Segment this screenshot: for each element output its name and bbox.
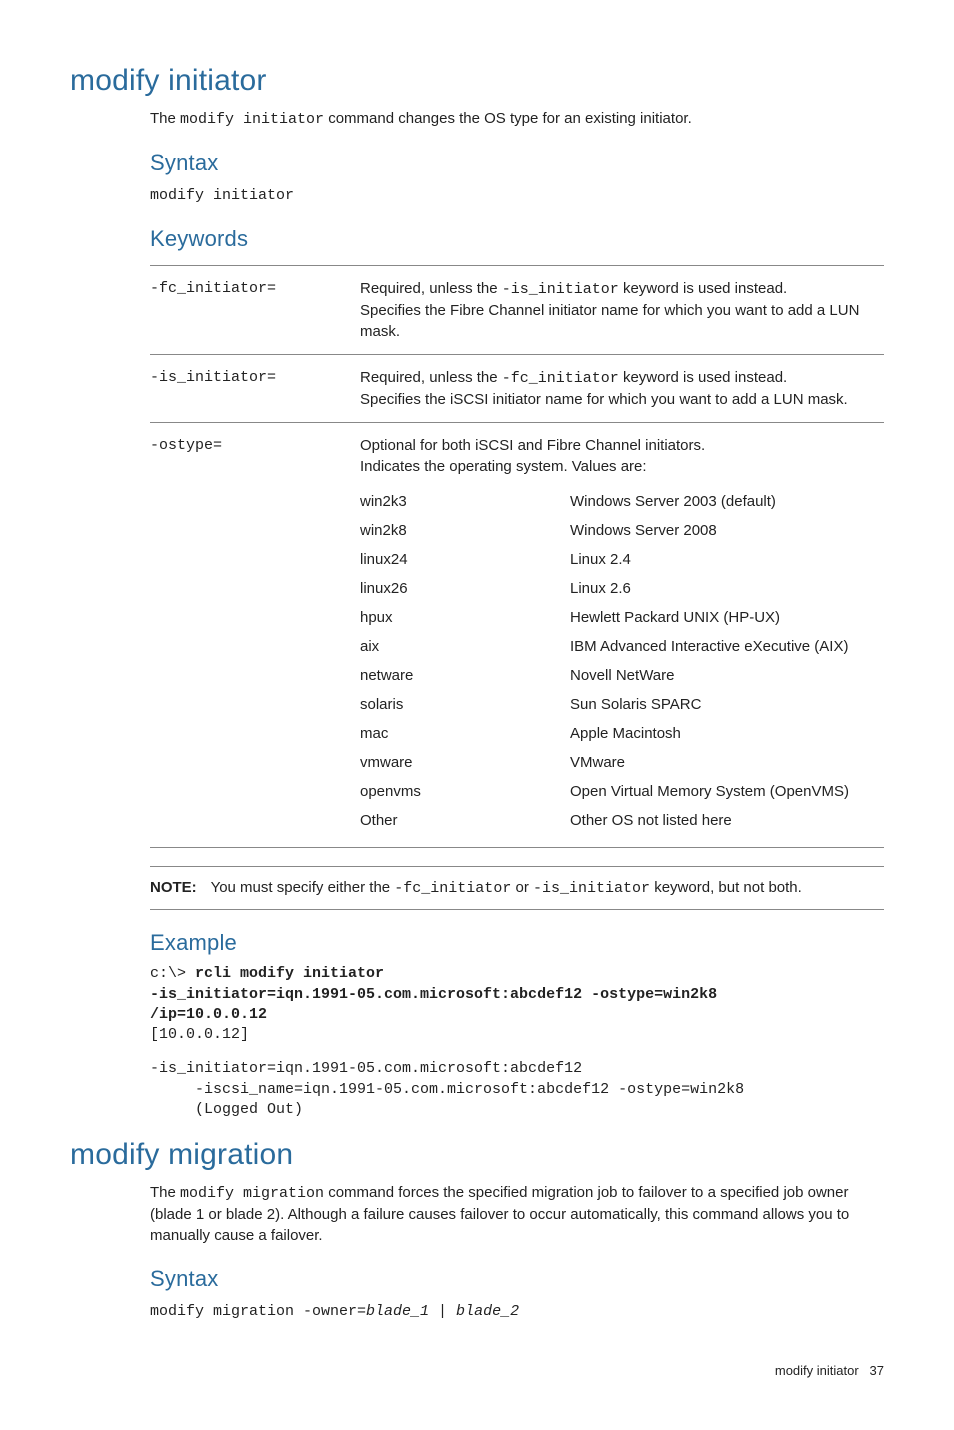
intro2-pre: The [150, 1184, 180, 1201]
syntax2-plain: modify migration -owner= [150, 1303, 366, 1320]
syntax-heading-1: Syntax [150, 148, 884, 179]
example-out3: -iscsi_name=iqn.1991-05.com.microsoft:ab… [150, 1081, 744, 1098]
intro-pre: The [150, 110, 180, 127]
ostype-value-row: win2k3Windows Server 2003 (default) [360, 487, 874, 516]
syntax-text-1: modify initiator [150, 185, 884, 206]
heading-modify-initiator: modify initiator [70, 60, 884, 102]
ostype-value-row: solarisSun Solaris SPARC [360, 690, 874, 719]
ostype-desc: Apple Macintosh [570, 719, 874, 748]
kw-line1-post: keyword is used instead. [619, 369, 787, 386]
ostype-value-row: OtherOther OS not listed here [360, 806, 874, 835]
ostype-value: mac [360, 719, 570, 748]
kw-line2: Specifies the Fibre Channel initiator na… [360, 302, 859, 340]
ostype-value: win2k8 [360, 516, 570, 545]
ostype-value-row: linux24Linux 2.4 [360, 545, 874, 574]
footer-page: 37 [870, 1363, 884, 1378]
note-box: NOTE: You must specify either the -fc_in… [150, 866, 884, 910]
keyword-row-is: -is_initiator= Required, unless the -fc_… [150, 354, 884, 422]
example-out2: -is_initiator=iqn.1991-05.com.microsoft:… [150, 1060, 582, 1077]
ostype-value: win2k3 [360, 487, 570, 516]
note-pre: You must specify either the [211, 879, 395, 896]
example-bold2: -is_initiator=iqn.1991-05.com.microsoft:… [150, 986, 717, 1003]
example-bold3: /ip=10.0.0.12 [150, 1006, 267, 1023]
ostype-value-row: win2k8Windows Server 2008 [360, 516, 874, 545]
keyword-name: -is_initiator= [150, 354, 360, 422]
kw-line1-code: -fc_initiator [502, 370, 619, 387]
ostype-desc: Hewlett Packard UNIX (HP-UX) [570, 603, 874, 632]
example-block-input: c:\> rcli modify initiator -is_initiator… [150, 964, 884, 1045]
ostype-desc: Linux 2.6 [570, 574, 874, 603]
syntax2-italic: blade_1 | blade_2 [366, 1303, 519, 1320]
ostype-value-row: hpuxHewlett Packard UNIX (HP-UX) [360, 603, 874, 632]
kw-line1-code: -is_initiator [502, 281, 619, 298]
example-block-output: -is_initiator=iqn.1991-05.com.microsoft:… [150, 1059, 884, 1120]
footer-label: modify initiator [775, 1363, 859, 1378]
example-out1: [10.0.0.12] [150, 1026, 249, 1043]
ostype-desc: VMware [570, 748, 874, 777]
note-mid: or [511, 879, 533, 896]
ostype-value: hpux [360, 603, 570, 632]
ostype-value: openvms [360, 777, 570, 806]
ostype-value-row: linux26Linux 2.6 [360, 574, 874, 603]
intro2-code: modify migration [180, 1185, 324, 1202]
ostype-desc: Other OS not listed here [570, 806, 874, 835]
example-prompt: c:\> [150, 965, 195, 982]
example-out4: (Logged Out) [150, 1101, 303, 1118]
keywords-table: -fc_initiator= Required, unless the -is_… [150, 265, 884, 848]
note-post: keyword, but not both. [650, 879, 802, 896]
kw-line1-pre: Required, unless the [360, 280, 502, 297]
ostype-value-row: netwareNovell NetWare [360, 661, 874, 690]
ostype-value-row: vmwareVMware [360, 748, 874, 777]
ostype-value: linux26 [360, 574, 570, 603]
ostype-desc: Linux 2.4 [570, 545, 874, 574]
ostype-desc: Windows Server 2008 [570, 516, 874, 545]
intro-code: modify initiator [180, 111, 324, 128]
intro-paragraph-1: The modify initiator command changes the… [150, 108, 884, 130]
page-footer: modify initiator 37 [70, 1362, 884, 1380]
keyword-row-fc: -fc_initiator= Required, unless the -is_… [150, 265, 884, 354]
keyword-row-ostype: -ostype= Optional for both iSCSI and Fib… [150, 422, 884, 847]
note-label: NOTE: [150, 879, 207, 896]
ostype-value-row: openvmsOpen Virtual Memory System (OpenV… [360, 777, 874, 806]
keyword-desc: Required, unless the -fc_initiator keywo… [360, 354, 884, 422]
note-code2: -is_initiator [533, 880, 650, 897]
ostype-value: linux24 [360, 545, 570, 574]
keywords-heading: Keywords [150, 224, 884, 255]
intro-paragraph-2: The modify migration command forces the … [150, 1182, 884, 1246]
ostype-value-row: macApple Macintosh [360, 719, 874, 748]
intro-post: command changes the OS type for an exist… [324, 110, 692, 127]
ostype-desc: Open Virtual Memory System (OpenVMS) [570, 777, 874, 806]
ostype-value-row: aixIBM Advanced Interactive eXecutive (A… [360, 632, 874, 661]
ostype-value: netware [360, 661, 570, 690]
ostype-value: aix [360, 632, 570, 661]
keyword-name: -ostype= [150, 422, 360, 847]
ostype-desc: Windows Server 2003 (default) [570, 487, 874, 516]
ostype-value: solaris [360, 690, 570, 719]
ostype-values-table: win2k3Windows Server 2003 (default)win2k… [360, 487, 874, 835]
ostype-value: Other [360, 806, 570, 835]
ostype-desc: IBM Advanced Interactive eXecutive (AIX) [570, 632, 874, 661]
ostype-desc: Novell NetWare [570, 661, 874, 690]
kw-line2: Specifies the iSCSI initiator name for w… [360, 391, 848, 408]
keyword-desc: Optional for both iSCSI and Fibre Channe… [360, 422, 884, 847]
kw-line1-pre: Required, unless the [360, 369, 502, 386]
keyword-desc: Required, unless the -is_initiator keywo… [360, 265, 884, 354]
ostype-desc: Sun Solaris SPARC [570, 690, 874, 719]
syntax-heading-2: Syntax [150, 1264, 884, 1295]
syntax-text-2: modify migration -owner=blade_1 | blade_… [150, 1301, 884, 1322]
kw-os-line2: Indicates the operating system. Values a… [360, 458, 647, 475]
heading-modify-migration: modify migration [70, 1134, 884, 1176]
keyword-name: -fc_initiator= [150, 265, 360, 354]
example-heading: Example [150, 928, 884, 959]
note-code1: -fc_initiator [394, 880, 511, 897]
kw-line1-post: keyword is used instead. [619, 280, 787, 297]
example-bold1: rcli modify initiator [195, 965, 384, 982]
ostype-value: vmware [360, 748, 570, 777]
kw-os-line1: Optional for both iSCSI and Fibre Channe… [360, 437, 705, 454]
